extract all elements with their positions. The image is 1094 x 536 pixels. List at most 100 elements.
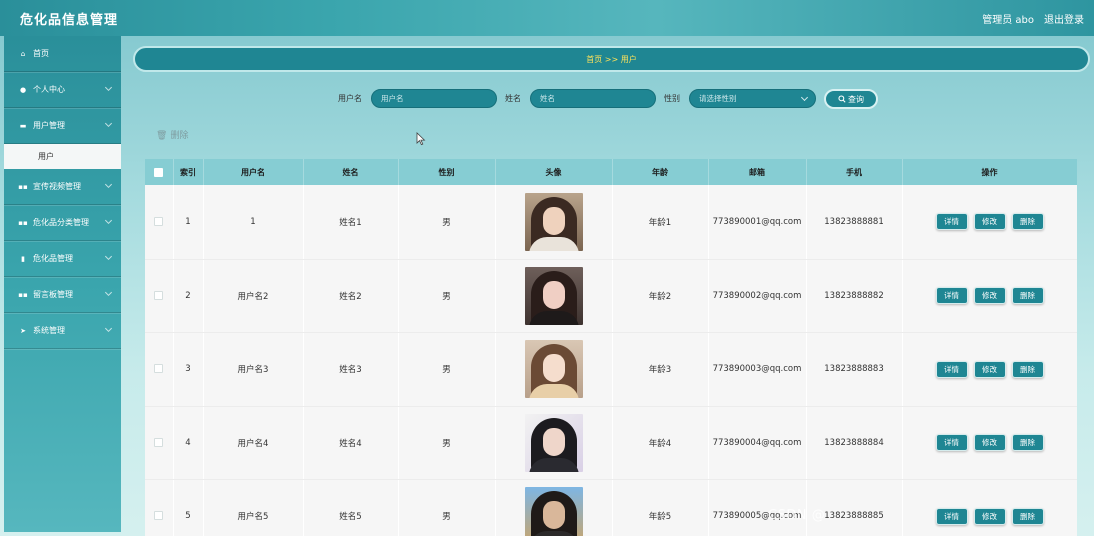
logout-button[interactable]: 退出登录 bbox=[1044, 11, 1084, 26]
select-all-checkbox[interactable] bbox=[154, 167, 164, 177]
delete-button[interactable]: 删除 bbox=[1011, 434, 1044, 452]
sidebar-item-user-management[interactable]: ▬ 用户管理 bbox=[4, 108, 121, 144]
select-all-cell bbox=[145, 159, 174, 185]
column-header: 邮箱 bbox=[708, 159, 807, 185]
email-cell: 773890004@qq.com bbox=[708, 406, 807, 480]
gender-cell: 男 bbox=[398, 185, 496, 260]
grid-icon: ▪▪ bbox=[18, 182, 28, 191]
username-cell: 用户名3 bbox=[203, 332, 304, 407]
column-header: 性别 bbox=[398, 159, 496, 185]
age-cell: 年龄3 bbox=[612, 332, 709, 407]
sidebar-subitem-user[interactable]: 用户 bbox=[4, 144, 121, 169]
sidebar-item-label: 危化品分类管理 bbox=[33, 218, 89, 227]
age-cell: 年龄2 bbox=[612, 259, 709, 333]
sidebar-item-home[interactable]: ⌂ 首页 bbox=[4, 36, 121, 72]
phone-cell: 13823888882 bbox=[806, 259, 903, 333]
column-header: 操作 bbox=[902, 159, 1077, 185]
edit-button[interactable]: 修改 bbox=[973, 360, 1006, 378]
name-cell: 姓名2 bbox=[303, 259, 399, 333]
sidebar-item-promo-video[interactable]: ▪▪ 宣传视频管理 bbox=[4, 169, 121, 205]
row-checkbox[interactable] bbox=[154, 437, 164, 447]
grid-icon: ▪▪ bbox=[18, 218, 28, 227]
mouse-cursor-icon bbox=[416, 132, 426, 146]
table-row: 5 用户名5 姓名5 男 年龄5 773890005@qq.com 138238… bbox=[145, 479, 1077, 536]
edit-button[interactable]: 修改 bbox=[973, 287, 1006, 305]
avatar bbox=[524, 487, 583, 536]
row-checkbox[interactable] bbox=[154, 290, 164, 300]
chevron-down-icon bbox=[104, 324, 113, 333]
row-checkbox[interactable] bbox=[154, 216, 164, 226]
delete-button[interactable]: 删除 bbox=[1011, 287, 1044, 305]
name-cell: 姓名5 bbox=[303, 479, 399, 536]
username-cell: 用户名5 bbox=[203, 479, 304, 536]
sidebar-item-label: 首页 bbox=[33, 49, 49, 58]
edit-button[interactable]: 修改 bbox=[973, 507, 1006, 525]
table-row: 3 用户名3 姓名3 男 年龄3 773890003@qq.com 138238… bbox=[145, 332, 1077, 407]
table-header-row: 索引 用户名 姓名 性别 头像 年龄 邮箱 手机 操作 bbox=[145, 159, 1077, 185]
email-cell: 773890005@qq.com bbox=[708, 479, 807, 536]
name-cell: 姓名4 bbox=[303, 406, 399, 480]
detail-button[interactable]: 详情 bbox=[935, 287, 968, 305]
name-search-input[interactable]: 姓名 bbox=[530, 89, 656, 108]
search-button[interactable]: 查询 bbox=[824, 89, 878, 109]
breadcrumb: 首页 >> 用户 bbox=[133, 46, 1090, 72]
sidebar-item-message-board[interactable]: ▪▪ 留言板管理 bbox=[4, 277, 121, 313]
search-form: 用户名 用户名 姓名 姓名 性别 请选择性别 bbox=[0, 89, 1094, 109]
sidebar-item-system[interactable]: ➤ 系统管理 bbox=[4, 313, 121, 349]
delete-button[interactable]: 删除 bbox=[1011, 360, 1044, 378]
chevron-down-icon bbox=[800, 93, 809, 102]
gender-cell: 男 bbox=[398, 332, 496, 407]
gender-select[interactable]: 请选择性别 bbox=[689, 89, 816, 108]
avatar bbox=[524, 340, 583, 399]
table-row: 4 用户名4 姓名4 男 年龄4 773890004@qq.com 138238… bbox=[145, 406, 1077, 480]
monitor-icon: ▬ bbox=[19, 121, 27, 130]
detail-button[interactable]: 详情 bbox=[935, 434, 968, 452]
edit-button[interactable]: 修改 bbox=[973, 434, 1006, 452]
email-cell: 773890002@qq.com bbox=[708, 259, 807, 333]
index-cell: 1 bbox=[173, 185, 204, 260]
table-row: 1 1 姓名1 男 年龄1 773890001@qq.com 138238888… bbox=[145, 185, 1077, 260]
sidebar-item-label: 危化品管理 bbox=[33, 254, 73, 263]
detail-button[interactable]: 详情 bbox=[935, 213, 968, 231]
edit-button[interactable]: 修改 bbox=[973, 213, 1006, 231]
row-checkbox[interactable] bbox=[154, 511, 164, 521]
gender-label: 性别 bbox=[664, 94, 680, 103]
username-cell: 用户名4 bbox=[203, 406, 304, 480]
chevron-down-icon bbox=[104, 180, 113, 189]
email-cell: 773890003@qq.com bbox=[708, 332, 807, 407]
name-cell: 姓名1 bbox=[303, 185, 399, 260]
batch-delete-button[interactable]: 🗑 删除 bbox=[156, 128, 188, 141]
phone-cell: 13823888885 bbox=[806, 479, 903, 536]
detail-button[interactable]: 详情 bbox=[935, 507, 968, 525]
avatar bbox=[524, 192, 583, 251]
index-cell: 3 bbox=[173, 332, 204, 407]
trash-icon: ▮ bbox=[21, 254, 25, 263]
sidebar-item-label: 留言板管理 bbox=[33, 290, 73, 299]
top-right-actions: 管理员 abo 退出登录 bbox=[982, 11, 1084, 26]
column-header: 索引 bbox=[173, 159, 204, 185]
chevron-down-icon bbox=[104, 216, 113, 225]
search-icon bbox=[838, 95, 846, 103]
delete-button[interactable]: 删除 bbox=[1011, 507, 1044, 525]
index-cell: 2 bbox=[173, 259, 204, 333]
top-bar: 危化品信息管理 管理员 abo 退出登录 bbox=[0, 0, 1094, 36]
sidebar-item-hazmat-category[interactable]: ▪▪ 危化品分类管理 bbox=[4, 205, 121, 241]
gender-select-value: 请选择性别 bbox=[699, 94, 737, 103]
username-search-input[interactable]: 用户名 bbox=[371, 89, 497, 108]
column-header: 手机 bbox=[806, 159, 903, 185]
column-header: 用户名 bbox=[203, 159, 304, 185]
email-cell: 773890001@qq.com bbox=[708, 185, 807, 260]
delete-button[interactable]: 删除 bbox=[1011, 213, 1044, 231]
sidebar-item-hazmat[interactable]: ▮ 危化品管理 bbox=[4, 241, 121, 277]
column-header: 姓名 bbox=[303, 159, 399, 185]
detail-button[interactable]: 详情 bbox=[935, 360, 968, 378]
app-title: 危化品信息管理 bbox=[20, 12, 119, 28]
age-cell: 年龄4 bbox=[612, 406, 709, 480]
trash-icon: 🗑 bbox=[156, 131, 168, 141]
gender-cell: 男 bbox=[398, 259, 496, 333]
table-row: 2 用户名2 姓名2 男 年龄2 773890002@qq.com 138238… bbox=[145, 259, 1077, 333]
user-table: 索引 用户名 姓名 性别 头像 年龄 邮箱 手机 操作 1 1 姓名1 男 年龄… bbox=[145, 159, 1077, 536]
admin-user-link[interactable]: 管理员 abo bbox=[982, 11, 1034, 26]
age-cell: 年龄1 bbox=[612, 185, 709, 260]
row-checkbox[interactable] bbox=[154, 364, 164, 374]
